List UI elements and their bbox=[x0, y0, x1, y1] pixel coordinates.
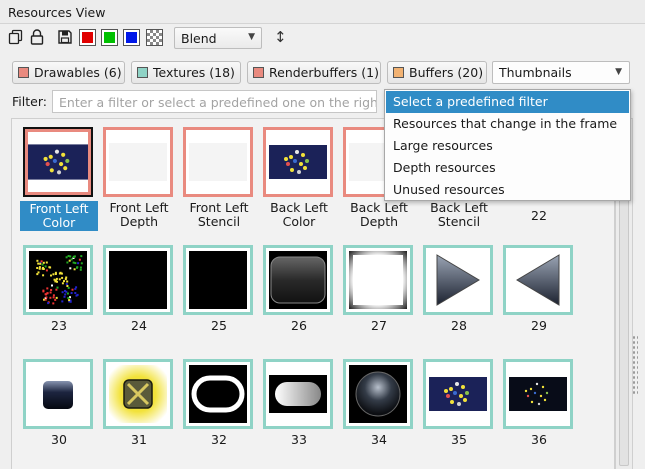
resource-tile[interactable]: 31 bbox=[100, 354, 180, 459]
green-channel-icon[interactable] bbox=[101, 29, 118, 46]
chevron-down-icon: ▼ bbox=[615, 67, 622, 77]
buffers-color-icon bbox=[393, 67, 404, 78]
resource-label: 33 bbox=[291, 432, 307, 447]
resource-label: Back Left Color bbox=[270, 200, 328, 229]
view-mode-select[interactable]: Thumbnails ▼ bbox=[492, 61, 630, 84]
resource-thumbnail bbox=[183, 359, 253, 429]
category-renderbuffers-button[interactable]: Renderbuffers (1) bbox=[247, 61, 381, 84]
filter-menu-item[interactable]: Large resources bbox=[386, 135, 629, 157]
resource-label: 26 bbox=[291, 318, 307, 333]
resource-label: Front Left Depth bbox=[109, 200, 169, 229]
lock-icon[interactable] bbox=[29, 29, 45, 45]
category-drawables-button[interactable]: Drawables (6) bbox=[12, 61, 125, 84]
category-label: Textures (18) bbox=[153, 65, 235, 80]
resource-label: Front Left Stencil bbox=[189, 200, 249, 229]
resource-label: 29 bbox=[531, 318, 547, 333]
blue-channel-icon[interactable] bbox=[123, 29, 140, 46]
resource-thumbnail bbox=[423, 245, 493, 315]
category-label: Renderbuffers (1) bbox=[269, 65, 379, 80]
category-label: Buffers (20) bbox=[409, 65, 484, 80]
resource-label: 34 bbox=[371, 432, 387, 447]
resource-label: 32 bbox=[211, 432, 227, 447]
blend-select[interactable]: Blend ▼ bbox=[174, 27, 262, 49]
resource-tile[interactable]: Front Left Color bbox=[20, 122, 100, 231]
category-buffers-button[interactable]: Buffers (20) bbox=[387, 61, 487, 84]
resource-thumbnail bbox=[263, 359, 333, 429]
filter-menu-item[interactable]: Unused resources bbox=[386, 179, 629, 201]
resource-label: 24 bbox=[131, 318, 147, 333]
resource-label: 35 bbox=[451, 432, 467, 447]
filter-menu-item[interactable]: Select a predefined filter bbox=[386, 91, 629, 113]
resource-tile[interactable]: 34 bbox=[340, 354, 420, 459]
resource-label: 36 bbox=[531, 432, 547, 447]
renderbuffers-color-icon bbox=[253, 67, 264, 78]
resource-thumbnail bbox=[103, 359, 173, 429]
resource-label: Front Left Color bbox=[20, 201, 98, 231]
copy-icon[interactable] bbox=[8, 29, 24, 45]
filter-label: Filter: bbox=[12, 94, 47, 109]
resource-tile[interactable]: 35 bbox=[420, 354, 500, 459]
resource-tile[interactable]: Front Left Depth bbox=[100, 122, 180, 229]
resource-label: 31 bbox=[131, 432, 147, 447]
resource-tile[interactable]: 32 bbox=[180, 354, 260, 459]
filter-placeholder: Enter a filter or select a predefined on… bbox=[59, 95, 377, 110]
resource-tile[interactable]: 27 bbox=[340, 240, 420, 345]
resource-tile[interactable]: 30 bbox=[20, 354, 100, 459]
resource-label: Back Left Stencil bbox=[430, 200, 488, 229]
resource-thumbnail bbox=[503, 245, 573, 315]
resource-thumbnail bbox=[103, 127, 173, 197]
resource-thumbnail bbox=[263, 245, 333, 315]
alpha-checker-icon[interactable] bbox=[146, 29, 163, 46]
resource-thumbnail bbox=[503, 359, 573, 429]
resource-label: 28 bbox=[451, 318, 467, 333]
filter-menu-item[interactable]: Resources that change in the frame bbox=[386, 113, 629, 135]
resource-thumbnail bbox=[423, 359, 493, 429]
resource-thumbnail bbox=[23, 245, 93, 315]
resource-thumbnail bbox=[23, 359, 93, 429]
resource-tile[interactable]: 25 bbox=[180, 240, 260, 345]
splitter-handle[interactable] bbox=[632, 335, 638, 395]
textures-color-icon bbox=[137, 67, 148, 78]
view-mode-value: Thumbnails bbox=[499, 65, 572, 80]
resource-tile[interactable]: 23 bbox=[20, 240, 100, 345]
resource-thumbnail bbox=[23, 127, 93, 197]
resource-tile[interactable]: Front Left Stencil bbox=[180, 122, 260, 229]
resource-tile[interactable]: 29 bbox=[500, 240, 580, 345]
resource-thumbnail bbox=[343, 359, 413, 429]
resource-thumbnail bbox=[263, 127, 333, 197]
resource-label: 25 bbox=[211, 318, 227, 333]
resource-tile[interactable]: 36 bbox=[500, 354, 580, 459]
resource-label: 23 bbox=[51, 318, 67, 333]
category-textures-button[interactable]: Textures (18) bbox=[131, 61, 241, 84]
flip-vertical-icon[interactable]: ↕ bbox=[274, 28, 287, 46]
red-channel-icon[interactable] bbox=[79, 29, 96, 46]
resource-tile[interactable]: 33 bbox=[260, 354, 340, 459]
resource-thumbnail bbox=[183, 127, 253, 197]
toolbar: Blend ▼ ↕ bbox=[0, 25, 645, 51]
drawables-color-icon bbox=[18, 67, 29, 78]
resource-label: 27 bbox=[371, 318, 387, 333]
resource-label: 22 bbox=[531, 208, 547, 223]
resource-tile[interactable]: 24 bbox=[100, 240, 180, 345]
resource-tile[interactable]: Back Left Color bbox=[260, 122, 340, 229]
filter-input[interactable]: Enter a filter or select a predefined on… bbox=[52, 90, 377, 113]
save-icon[interactable] bbox=[57, 29, 73, 45]
window-title: Resources View bbox=[0, 0, 645, 24]
filter-menu-item[interactable]: Depth resources bbox=[386, 157, 629, 179]
resource-tile[interactable]: 28 bbox=[420, 240, 500, 345]
resource-label: Back Left Depth bbox=[350, 200, 408, 229]
resource-label: 30 bbox=[51, 432, 67, 447]
category-label: Drawables (6) bbox=[34, 65, 122, 80]
resource-thumbnail bbox=[343, 245, 413, 315]
resource-thumbnail bbox=[183, 245, 253, 315]
resource-tile[interactable]: 26 bbox=[260, 240, 340, 345]
resource-thumbnail bbox=[103, 245, 173, 315]
blend-value: Blend bbox=[181, 31, 217, 46]
predefined-filter-dropdown: Select a predefined filter Resources that… bbox=[384, 89, 631, 201]
chevron-down-icon: ▼ bbox=[248, 32, 255, 42]
